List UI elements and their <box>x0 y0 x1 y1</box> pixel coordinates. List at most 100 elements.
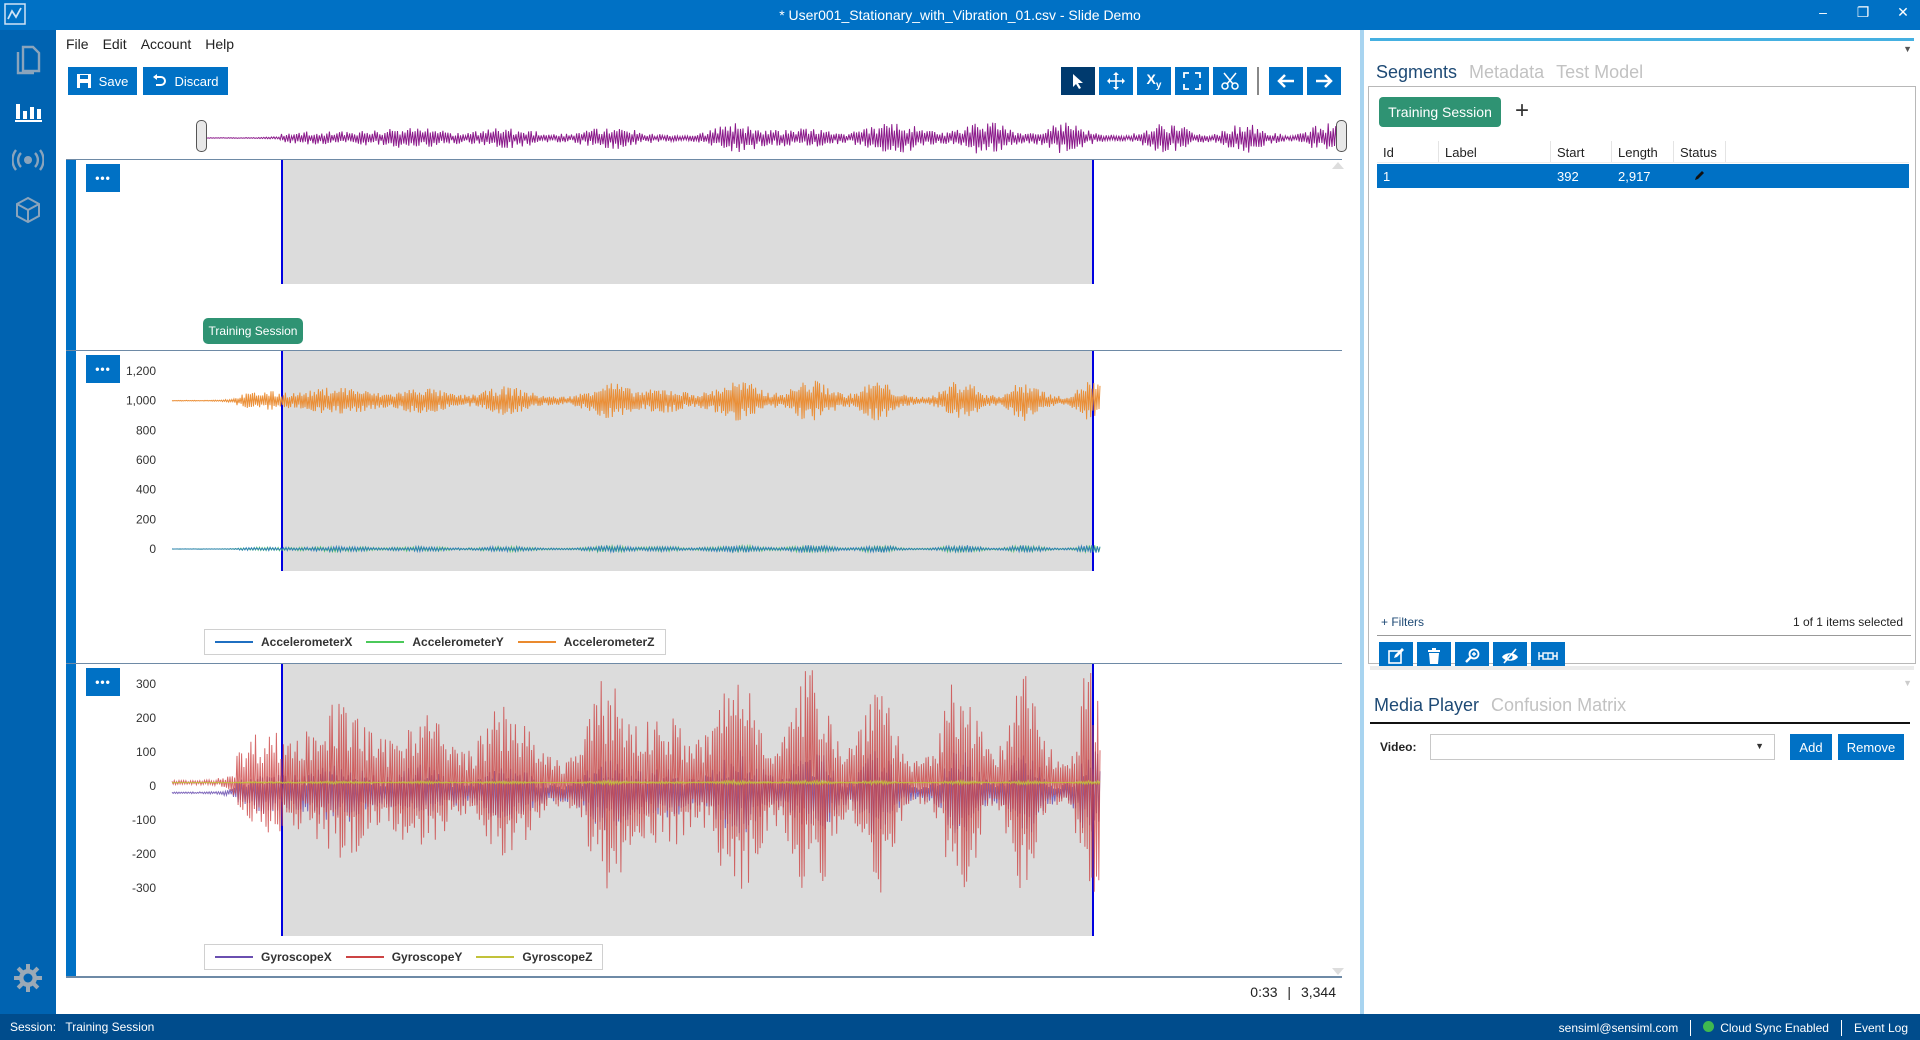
sidebar-item-model[interactable] <box>10 192 46 228</box>
minimize-button[interactable]: – <box>1814 4 1832 21</box>
right-panel: ▼ Segments Metadata Test Model Training … <box>1364 30 1920 1014</box>
video-select[interactable]: ▼ <box>1430 734 1775 760</box>
y-tick-label: -200 <box>132 847 156 861</box>
trim-icon <box>1538 652 1558 660</box>
legend-swatch <box>345 955 384 959</box>
y-tick-label: -300 <box>132 881 156 895</box>
tab-metadata[interactable]: Metadata <box>1469 62 1544 83</box>
column-status[interactable]: Status <box>1674 141 1726 162</box>
column-label[interactable]: Label <box>1439 141 1551 162</box>
menu-bar: File Edit Account Help <box>66 36 234 52</box>
discard-button[interactable]: Discard <box>143 67 228 95</box>
tab-media-player[interactable]: Media Player <box>1374 695 1479 716</box>
remove-video-button[interactable]: Remove <box>1838 734 1904 760</box>
range-handle-right[interactable] <box>1336 120 1347 152</box>
menu-edit[interactable]: Edit <box>103 36 127 52</box>
add-video-button[interactable]: Add <box>1790 734 1832 760</box>
tab-confusion-matrix[interactable]: Confusion Matrix <box>1491 695 1626 716</box>
legend-label: GyroscopeX <box>261 950 332 964</box>
tab-test-model[interactable]: Test Model <box>1556 62 1643 83</box>
position-readout: 0:33 | 3,344 <box>1250 984 1336 1000</box>
pan-tool-button[interactable] <box>1099 67 1133 95</box>
media-collapse-icon[interactable]: ▼ <box>1903 678 1912 688</box>
legend-item[interactable]: AccelerometerZ <box>517 635 655 649</box>
session-value: Training Session <box>65 1020 155 1034</box>
scroll-up-arrow[interactable] <box>1332 162 1344 169</box>
sidebar-item-files[interactable] <box>10 42 46 78</box>
gyroscope-chart[interactable]: 300 200 100 0 -100 -200 -300 <box>66 664 1342 977</box>
undo-icon <box>153 74 167 86</box>
legend-swatch <box>366 640 405 644</box>
range-handle-left[interactable] <box>196 120 207 152</box>
column-length[interactable]: Length <box>1612 141 1674 162</box>
status-bar: Session: Training Session sensiml@sensim… <box>0 1014 1920 1040</box>
filters-link[interactable]: + Filters <box>1381 615 1424 629</box>
legend-item[interactable]: AccelerometerY <box>366 635 504 649</box>
legend-item[interactable]: GyroscopeZ <box>476 950 592 964</box>
close-button[interactable]: ✕ <box>1894 4 1912 21</box>
section-divider[interactable] <box>1370 666 1914 670</box>
legend-item[interactable]: GyroscopeY <box>345 950 463 964</box>
y-tick-label: -100 <box>132 813 156 827</box>
sample-count: 3,344 <box>1300 984 1336 1000</box>
legend-label: GyroscopeY <box>391 950 463 964</box>
session-status: Session: Training Session <box>10 1020 154 1034</box>
panel-collapse-icon[interactable]: ▼ <box>1903 44 1912 54</box>
segments-box: Training Session + Id Label Start Length… <box>1368 86 1916 670</box>
status-divider <box>1690 1020 1692 1036</box>
fit-screen-tool-button[interactable] <box>1175 67 1209 95</box>
cell-label <box>1439 164 1551 188</box>
arrow-left-icon <box>1277 74 1294 88</box>
session-button[interactable]: Training Session <box>1379 97 1501 127</box>
sidebar-item-capture[interactable] <box>10 142 46 178</box>
trash-icon <box>1428 648 1440 664</box>
restore-button[interactable]: ❐ <box>1854 4 1872 21</box>
legend-item[interactable]: AccelerometerX <box>215 635 352 649</box>
menu-file[interactable]: File <box>66 36 89 52</box>
sync-label: Cloud Sync Enabled <box>1720 1021 1829 1035</box>
scissors-icon <box>1221 72 1239 90</box>
legend-swatch <box>215 955 253 959</box>
menu-help[interactable]: Help <box>205 36 234 52</box>
cloud-sync-status[interactable]: Cloud Sync Enabled <box>1703 1021 1829 1035</box>
sidebar-item-settings[interactable] <box>10 960 46 996</box>
legend-label: AccelerometerX <box>261 635 353 649</box>
cell-start: 392 <box>1557 169 1579 184</box>
y-tick-label: 0 <box>149 542 156 556</box>
legend-swatch <box>215 640 253 644</box>
arrow-right-icon <box>1316 74 1333 88</box>
menu-account[interactable]: Account <box>141 36 192 52</box>
add-segment-button[interactable]: + <box>1515 99 1529 123</box>
table-row[interactable]: 1 392 2,917 <box>1377 164 1909 188</box>
chart-toolbar: Xy <box>1061 67 1341 95</box>
select-tool-button[interactable] <box>1061 67 1095 95</box>
save-label: Save <box>98 73 129 89</box>
accelerometer-panel: ••• 1,200 1,000 800 600 400 200 0 Acceleromete… <box>66 350 1342 663</box>
user-email[interactable]: sensiml@sensiml.com <box>1559 1021 1679 1035</box>
zoom-in-icon <box>1465 648 1480 663</box>
cell-id: 1 <box>1383 169 1391 184</box>
move-arrows-icon <box>1107 72 1125 90</box>
legend-item[interactable]: GyroscopeX <box>215 950 332 964</box>
tab-segments[interactable]: Segments <box>1376 62 1457 83</box>
legend-label: AccelerometerY <box>412 635 504 649</box>
column-start[interactable]: Start <box>1551 141 1612 162</box>
scroll-down-arrow[interactable] <box>1332 968 1344 975</box>
y-tick-label: 1,200 <box>126 364 156 378</box>
save-button[interactable]: Save <box>68 67 137 95</box>
segment-label-chip[interactable]: Training Session <box>203 318 303 344</box>
sidebar <box>0 30 56 1014</box>
previous-button[interactable] <box>1269 67 1303 95</box>
xy-zoom-tool-button[interactable]: Xy <box>1137 67 1171 95</box>
event-log-link[interactable]: Event Log <box>1854 1021 1908 1035</box>
panel-header-bar <box>1370 38 1914 41</box>
cell-status[interactable] <box>1674 164 1726 188</box>
accelerometer-chart[interactable]: 1,200 1,000 800 600 400 200 0 <box>66 351 1342 664</box>
cut-tool-button[interactable] <box>1213 67 1247 95</box>
expand-icon <box>1183 72 1201 90</box>
column-id[interactable]: Id <box>1377 141 1439 162</box>
sidebar-item-data-explorer[interactable] <box>10 92 46 128</box>
y-tick-label: 800 <box>136 423 156 437</box>
overview-waveform[interactable] <box>192 118 1342 158</box>
next-button[interactable] <box>1307 67 1341 95</box>
